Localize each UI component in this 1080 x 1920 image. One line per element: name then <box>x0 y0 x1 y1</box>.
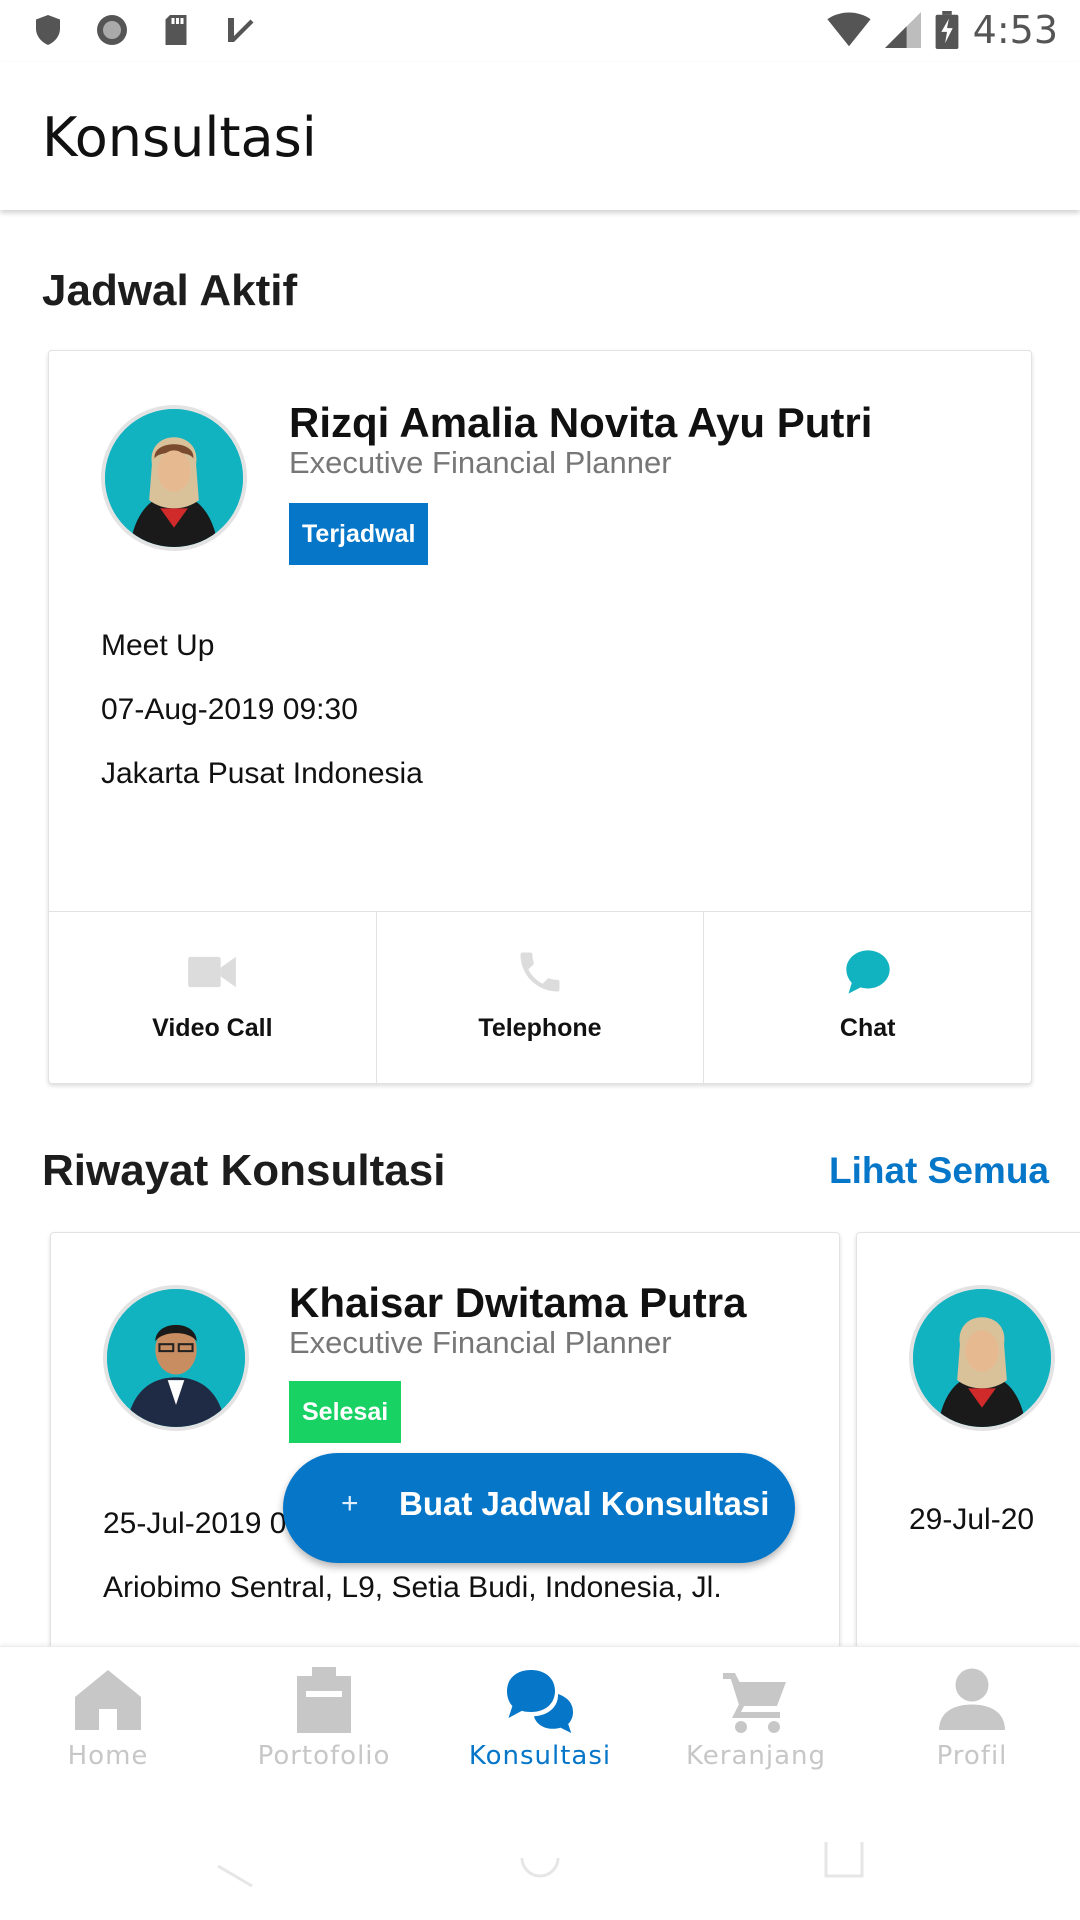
nav-label: Keranjang <box>686 1741 826 1771</box>
clock-time: 4:53 <box>972 8 1058 52</box>
meeting-location: Jakarta Pusat Indonesia <box>101 757 423 790</box>
phone-icon <box>520 952 560 992</box>
status-badge: Terjadwal <box>289 503 429 565</box>
meeting-location: Ariobimo Sentral, L9, Setia Budi, Indone… <box>103 1571 722 1604</box>
nav-item-portfolio[interactable]: Portofolio <box>216 1647 432 1806</box>
battery-charging-icon <box>935 11 959 49</box>
nav-label: Home <box>67 1741 149 1771</box>
shield-icon <box>36 15 60 45</box>
video-call-button[interactable]: Video Call <box>49 912 377 1083</box>
meeting-datetime: 07-Aug-2019 09:30 <box>101 693 358 726</box>
status-bar: 4:53 <box>0 0 1080 62</box>
active-schedule-heading: Jadwal Aktif <box>42 266 298 315</box>
nav-item-home[interactable]: Home <box>0 1647 216 1806</box>
telephone-label: Telephone <box>478 1014 602 1042</box>
circle-icon <box>97 15 127 45</box>
home-icon <box>75 1670 141 1730</box>
history-card[interactable]: Khaisar Dwitama Putra Executive Financia… <box>50 1232 840 1646</box>
create-schedule-button[interactable]: + Buat Jadwal Konsultasi <box>283 1453 795 1563</box>
signal-icon <box>884 12 921 48</box>
nav-item-keranjang[interactable]: Keranjang <box>648 1647 864 1806</box>
chat-bubble-icon <box>846 950 890 994</box>
wifi-icon <box>827 12 871 47</box>
app-bar: Konsultasi <box>0 62 1080 210</box>
system-navigation-bar <box>0 1806 1080 1920</box>
advisor-avatar <box>909 1285 1055 1431</box>
history-heading: Riwayat Konsultasi <box>42 1146 446 1195</box>
task-check-icon <box>228 18 254 42</box>
video-call-label: Video Call <box>152 1014 273 1042</box>
meeting-type: Meet Up <box>101 629 215 662</box>
meeting-datetime: 25-Jul-2019 0 <box>103 1507 287 1540</box>
history-card[interactable]: 29-Jul-20 <box>856 1232 1080 1646</box>
sd-card-icon <box>165 15 187 45</box>
recents-square-icon[interactable] <box>822 1836 866 1880</box>
advisor-role: Executive Financial Planner <box>289 1325 672 1360</box>
create-schedule-label: Buat Jadwal Konsultasi <box>399 1485 770 1522</box>
back-icon[interactable] <box>212 1836 258 1890</box>
meeting-datetime: 29-Jul-20 <box>909 1503 1035 1536</box>
video-camera-icon <box>188 956 237 988</box>
nav-label: Portofolio <box>257 1741 391 1771</box>
status-badge: Selesai <box>289 1381 402 1443</box>
bottom-navigation: Home Portofolio Konsultasi Keranjang Pro… <box>0 1646 1080 1806</box>
clipboard-icon <box>297 1667 351 1733</box>
home-circle-icon[interactable] <box>518 1836 562 1880</box>
active-consultation-card[interactable]: Rizqi Amalia Novita Ayu Putri Executive … <box>48 350 1032 1084</box>
nav-label: Profil <box>936 1741 1008 1771</box>
main-content[interactable]: Jadwal Aktif Rizqi Amalia Novita Ayu Put… <box>0 210 1080 1646</box>
advisor-name: Khaisar Dwitama Putra <box>289 1279 747 1326</box>
person-icon <box>939 1668 1005 1730</box>
chat-button[interactable]: Chat <box>704 912 1031 1083</box>
cart-icon <box>723 1673 786 1733</box>
telephone-button[interactable]: Telephone <box>377 912 705 1083</box>
advisor-avatar <box>101 405 247 551</box>
advisor-role: Executive Financial Planner <box>289 445 672 480</box>
contact-actions: Video Call Telephone Chat <box>49 911 1031 1083</box>
page-title: Konsultasi <box>42 106 317 169</box>
chat-label: Chat <box>839 1014 896 1042</box>
see-all-link[interactable]: Lihat Semua <box>829 1150 1049 1192</box>
chat-bubbles-icon <box>507 1670 573 1733</box>
advisor-name: Rizqi Amalia Novita Ayu Putri <box>289 399 873 446</box>
advisor-avatar <box>103 1285 249 1431</box>
nav-label: Konsultasi <box>468 1741 612 1771</box>
plus-icon: + <box>341 1487 359 1520</box>
nav-item-profil[interactable]: Profil <box>864 1647 1080 1806</box>
nav-item-konsultasi[interactable]: Konsultasi <box>432 1647 648 1806</box>
